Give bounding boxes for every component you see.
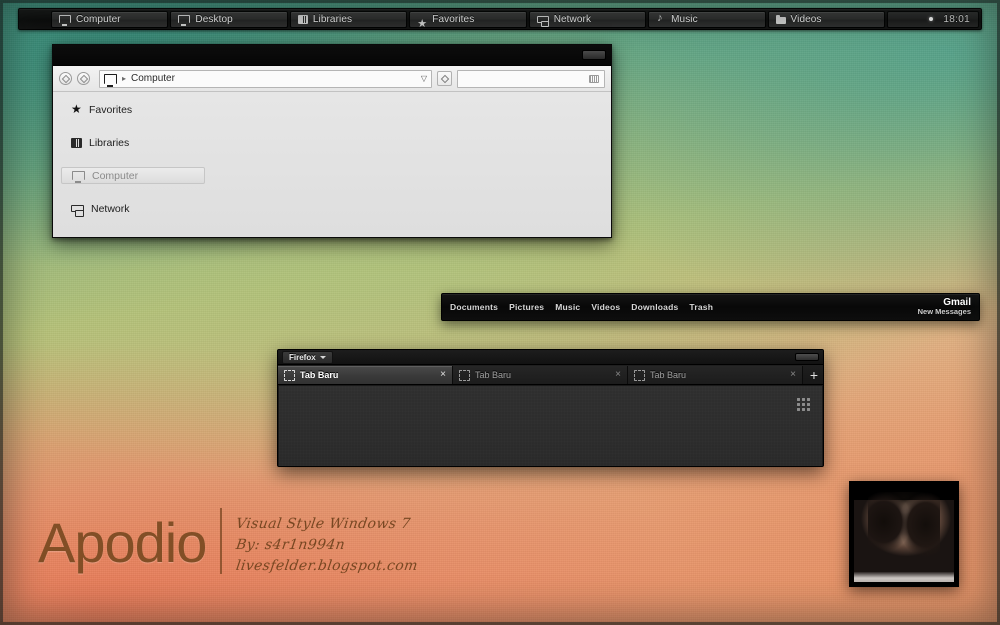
close-icon[interactable]: × — [440, 370, 446, 380]
taskbar-item-label: Music — [671, 13, 698, 25]
firefox-menu-label: Firefox — [289, 352, 316, 362]
library-icon — [297, 14, 308, 24]
address-bar[interactable]: ▸ Computer ▽ — [99, 69, 432, 88]
firefox-menu-button[interactable]: Firefox — [282, 350, 333, 364]
grid-icon[interactable] — [797, 398, 810, 411]
taskbar-item-label: Network — [553, 13, 592, 25]
sidebar-item-label: Favorites — [89, 103, 133, 116]
explorer-titlebar[interactable] — [53, 45, 611, 66]
photo-subject — [868, 491, 940, 563]
library-icon — [71, 137, 82, 148]
sidebar-item-libraries[interactable]: Libraries — [61, 134, 205, 151]
sidebar-item-label: Network — [91, 202, 130, 215]
dock-links: Documents Pictures Music Videos Download… — [450, 302, 713, 312]
gmail-widget[interactable]: Gmail New Messages — [918, 297, 971, 317]
tab-title: Tab Baru — [300, 370, 339, 380]
close-icon[interactable]: × — [790, 370, 796, 380]
taskbar-item-music[interactable]: Music — [648, 10, 766, 28]
dock-link-videos[interactable]: Videos — [591, 302, 620, 312]
dock-link-trash[interactable]: Trash — [689, 302, 713, 312]
dock-link-pictures[interactable]: Pictures — [509, 302, 544, 312]
system-tray[interactable]: 18:01 — [886, 10, 979, 28]
tab-title: Tab Baru — [475, 370, 512, 380]
chevron-down-icon — [319, 355, 326, 359]
music-note-icon — [656, 12, 666, 24]
tray-indicator-icon[interactable] — [929, 17, 934, 21]
taskbar-item-favorites[interactable]: ★ Favorites — [409, 10, 527, 30]
monitor-icon — [59, 15, 71, 26]
explorer-body: ★ Favorites Libraries Computer Network — [53, 92, 611, 237]
explorer-sidebar: ★ Favorites Libraries Computer Network — [53, 92, 213, 237]
close-icon[interactable]: × — [615, 370, 621, 380]
taskbar-item-videos[interactable]: Videos — [767, 10, 885, 28]
dock-link-music[interactable]: Music — [555, 302, 580, 312]
breadcrumb[interactable]: Computer — [131, 73, 416, 84]
favicon-placeholder-icon — [284, 369, 295, 381]
search-input[interactable] — [463, 72, 589, 85]
taskbar-item-label: Desktop — [195, 13, 233, 25]
explorer-toolbar[interactable]: ▸ Computer ▽ — [53, 66, 611, 92]
taskbar-item-libraries[interactable]: Libraries — [289, 10, 408, 28]
window-control-button[interactable] — [795, 353, 819, 361]
search-icon — [589, 74, 599, 83]
back-button[interactable] — [59, 72, 72, 85]
taskbar-start-spacer — [20, 9, 50, 29]
window-control-button[interactable] — [582, 50, 606, 60]
dock-bar[interactable]: Documents Pictures Music Videos Download… — [441, 293, 980, 321]
new-tab-button[interactable]: + — [803, 366, 823, 384]
breadcrumb-separator: ▸ — [122, 74, 127, 83]
gmail-status: New Messages — [917, 307, 971, 317]
taskbar[interactable]: Computer Desktop Libraries ★ Favorites N… — [18, 8, 982, 30]
taskbar-clock[interactable]: 18:01 — [943, 14, 970, 25]
taskbar-item-computer[interactable]: Computer — [51, 10, 169, 28]
sidebar-item-label: Libraries — [89, 136, 130, 149]
refresh-button[interactable] — [437, 71, 452, 86]
forward-button[interactable] — [77, 72, 90, 85]
sidebar-item-network[interactable]: Network — [61, 200, 205, 217]
search-box[interactable] — [457, 69, 605, 88]
browser-tab[interactable]: Tab Baru × — [278, 366, 453, 384]
explorer-window[interactable]: ▸ Computer ▽ ★ Favorites Libraries Compu… — [52, 44, 612, 238]
taskbar-item-label: Libraries — [312, 13, 353, 25]
taskbar-item-desktop[interactable]: Desktop — [170, 10, 288, 28]
taskbar-item-label: Computer — [76, 13, 121, 25]
sidebar-item-favorites[interactable]: ★ Favorites — [61, 101, 205, 118]
firefox-window[interactable]: Firefox Tab Baru × Tab Baru × Tab Baru ×… — [277, 349, 824, 467]
photo-widget[interactable] — [849, 481, 959, 587]
tab-title: Tab Baru — [650, 370, 687, 380]
sidebar-item-label: Computer — [92, 169, 139, 182]
browser-tab[interactable]: Tab Baru × — [453, 366, 628, 384]
taskbar-item-network[interactable]: Network — [528, 10, 647, 28]
firefox-tabstrip[interactable]: Tab Baru × Tab Baru × Tab Baru × + — [278, 365, 823, 385]
monitor-icon — [72, 171, 85, 183]
star-icon: ★ — [71, 102, 82, 116]
folder-icon — [775, 14, 786, 24]
favicon-placeholder-icon — [459, 369, 470, 381]
monitor-icon — [104, 73, 117, 87]
sidebar-item-computer[interactable]: Computer — [61, 167, 205, 184]
browser-tab[interactable]: Tab Baru × — [628, 366, 803, 384]
firefox-titlebar[interactable]: Firefox — [278, 350, 823, 365]
taskbar-item-label: Videos — [790, 13, 822, 25]
firefox-content-area — [278, 385, 823, 466]
network-icon — [536, 16, 549, 27]
favicon-placeholder-icon — [634, 369, 645, 381]
photo-image — [854, 486, 954, 582]
photo-bottom-band — [854, 572, 954, 582]
network-icon — [71, 205, 84, 217]
dock-link-downloads[interactable]: Downloads — [631, 302, 678, 312]
monitor-icon — [178, 15, 191, 26]
chevron-down-icon[interactable]: ▽ — [421, 74, 427, 83]
desktop: Computer Desktop Libraries ★ Favorites N… — [0, 0, 1000, 625]
dock-link-documents[interactable]: Documents — [450, 302, 498, 312]
taskbar-item-label: Favorites — [432, 13, 475, 25]
